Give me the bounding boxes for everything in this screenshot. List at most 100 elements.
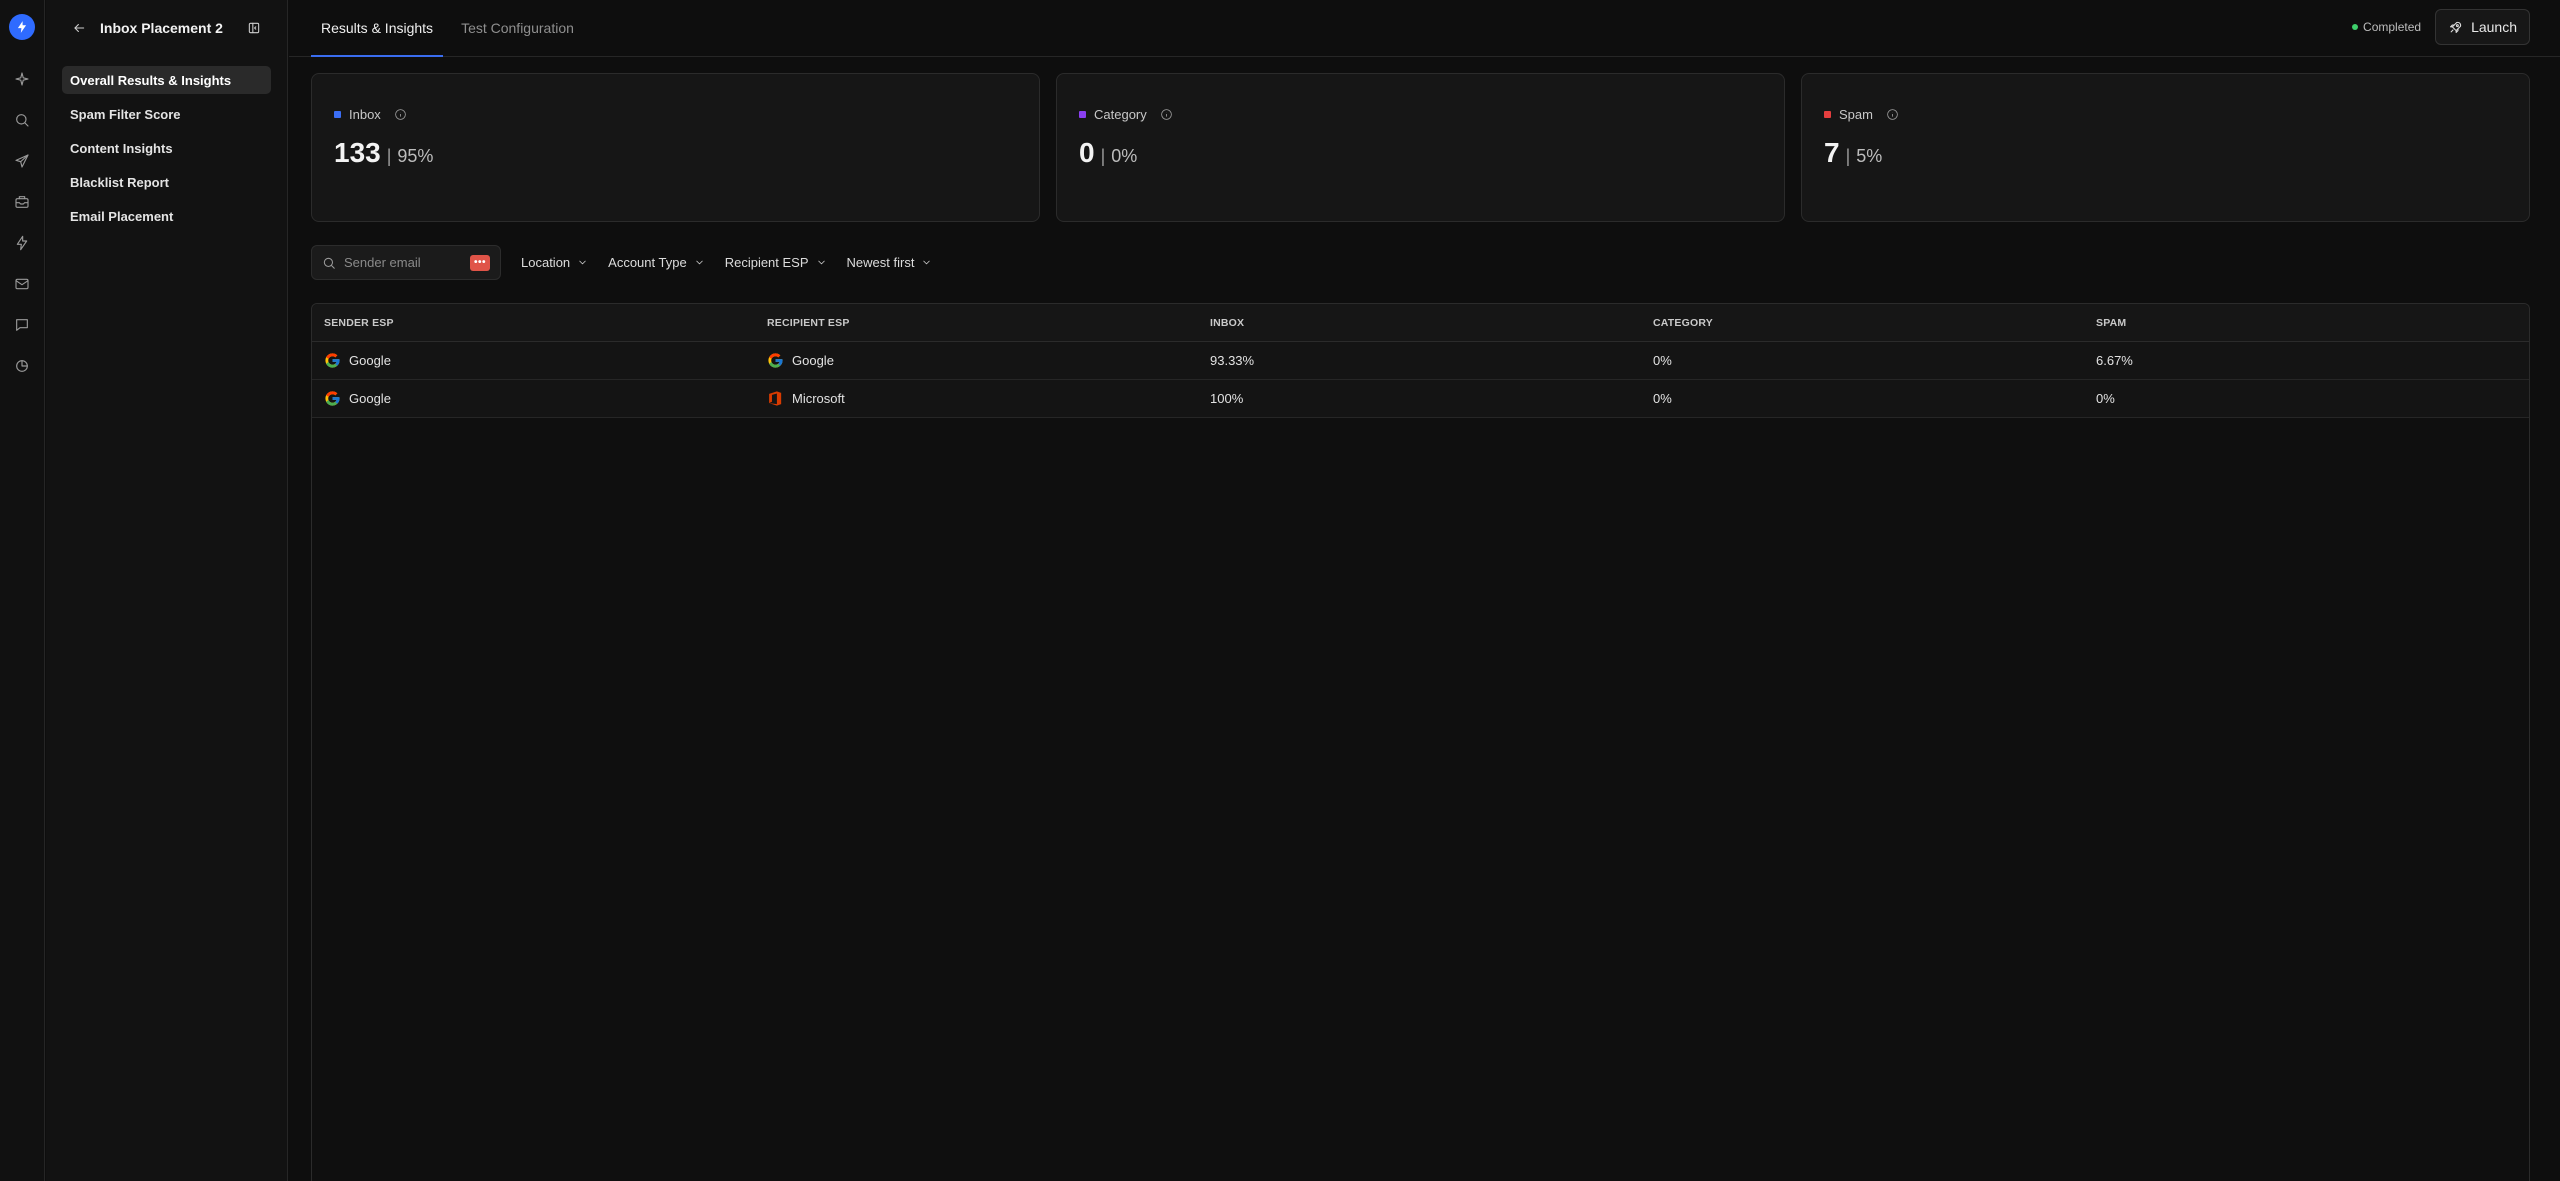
sender-esp-cell: Google bbox=[312, 390, 755, 407]
sort-dropdown[interactable]: Newest first bbox=[847, 255, 933, 270]
search-icon[interactable] bbox=[11, 109, 33, 131]
column-header-category[interactable]: CATEGORY bbox=[1641, 317, 2084, 329]
account-type-dropdown-label: Account Type bbox=[608, 255, 687, 270]
microsoft-office-icon bbox=[769, 391, 782, 406]
recipient-esp-dropdown-label: Recipient ESP bbox=[724, 255, 809, 270]
info-icon[interactable] bbox=[394, 108, 407, 121]
lightning-icon[interactable] bbox=[11, 232, 33, 254]
top-bar: Results & Insights Test Configuration Co… bbox=[289, 0, 2560, 57]
location-dropdown-label: Location bbox=[521, 255, 571, 270]
status-badge: Completed bbox=[2352, 20, 2421, 34]
launch-button[interactable]: Launch bbox=[2435, 9, 2530, 45]
inbox-cell: 100% bbox=[1210, 391, 1244, 406]
spam-cell: 6.67% bbox=[2096, 353, 2133, 368]
sidebar-item-overall-results[interactable]: Overall Results & Insights bbox=[62, 66, 271, 94]
stat-cards: Inbox 133 | 95% Category 0 | 0% Spam 7 |… bbox=[311, 73, 2530, 222]
inbox-percent: 95% bbox=[397, 146, 434, 166]
sender-esp-name: Google bbox=[349, 391, 391, 406]
recipient-esp-name: Microsoft bbox=[792, 391, 845, 406]
analytics-icon[interactable] bbox=[11, 355, 33, 377]
inbox-color-swatch bbox=[334, 110, 341, 118]
value-separator: | bbox=[386, 146, 392, 166]
table-row[interactable]: Google Google 93.33% 0% 6.67% bbox=[312, 342, 2529, 380]
filter-bar: ••• Location Account Type Recipient ESP … bbox=[311, 245, 932, 280]
category-cell: 0% bbox=[1653, 353, 1672, 368]
account-type-dropdown[interactable]: Account Type bbox=[608, 255, 705, 270]
send-icon[interactable] bbox=[11, 150, 33, 172]
category-card: Category 0 | 0% bbox=[1056, 73, 1785, 222]
main-content: Results & Insights Test Configuration Co… bbox=[289, 0, 2560, 1181]
google-icon bbox=[325, 353, 340, 368]
table-header: SENDER ESP RECIPIENT ESP INBOX CATEGORY … bbox=[312, 304, 2529, 342]
sidebar-item-blacklist-report[interactable]: Blacklist Report bbox=[62, 168, 271, 196]
sort-dropdown-label: Newest first bbox=[846, 255, 915, 270]
info-icon[interactable] bbox=[1160, 108, 1173, 121]
spam-cell: 0% bbox=[2096, 391, 2115, 406]
chat-icon[interactable] bbox=[11, 314, 33, 336]
value-separator: | bbox=[1100, 146, 1106, 166]
status-text: Completed bbox=[2363, 20, 2422, 34]
bolt-logo[interactable] bbox=[9, 14, 35, 40]
spam-card-value: 7 | 5% bbox=[1824, 137, 2529, 169]
sidebar-collapse-icon[interactable] bbox=[245, 19, 263, 37]
category-card-label-row: Category bbox=[1079, 105, 1784, 123]
chevron-down-icon bbox=[696, 260, 703, 265]
tab-results-insights[interactable]: Results & Insights bbox=[311, 0, 444, 57]
inbox-card: Inbox 133 | 95% bbox=[311, 73, 1040, 222]
inbox-card-value: 133 | 95% bbox=[334, 137, 1039, 169]
search-box: ••• bbox=[311, 245, 501, 280]
rocket-icon bbox=[2450, 21, 2462, 33]
recipient-esp-cell: Google bbox=[755, 352, 1198, 369]
category-cell: 0% bbox=[1653, 391, 1672, 406]
sender-esp-cell: Google bbox=[312, 352, 755, 369]
value-separator: | bbox=[1845, 146, 1851, 166]
google-icon bbox=[768, 353, 783, 368]
column-header-inbox[interactable]: INBOX bbox=[1198, 317, 1641, 329]
inbox-tray-icon[interactable] bbox=[11, 191, 33, 213]
column-header-spam[interactable]: SPAM bbox=[2084, 317, 2529, 329]
app-root: Inbox Placement 2 Overall Results & Insi… bbox=[0, 0, 2560, 1181]
chevron-down-icon bbox=[579, 260, 586, 265]
google-icon bbox=[325, 391, 340, 406]
category-color-swatch bbox=[1079, 110, 1086, 118]
spam-percent: 5% bbox=[1856, 146, 1883, 166]
sidebar-item-content-insights[interactable]: Content Insights bbox=[62, 134, 271, 162]
recipient-esp-name: Google bbox=[792, 353, 834, 368]
sender-esp-name: Google bbox=[349, 353, 391, 368]
sidebar-title: Inbox Placement 2 bbox=[100, 20, 223, 36]
category-card-label: Category bbox=[1094, 106, 1147, 122]
mail-icon[interactable] bbox=[11, 273, 33, 295]
sidebar: Inbox Placement 2 Overall Results & Insi… bbox=[46, 0, 288, 1181]
sender-email-search-input[interactable] bbox=[344, 255, 454, 270]
sidebar-header: Inbox Placement 2 bbox=[46, 0, 287, 56]
column-header-sender-esp[interactable]: SENDER ESP bbox=[312, 317, 755, 329]
category-card-value: 0 | 0% bbox=[1079, 137, 1784, 169]
spam-count: 7 bbox=[1824, 137, 1840, 168]
sidebar-item-spam-filter-score[interactable]: Spam Filter Score bbox=[62, 100, 271, 128]
inbox-cell: 93.33% bbox=[1210, 353, 1255, 368]
location-dropdown[interactable]: Location bbox=[521, 255, 588, 270]
recipient-esp-cell: Microsoft bbox=[755, 390, 1198, 407]
category-percent: 0% bbox=[1111, 146, 1138, 166]
column-header-recipient-esp[interactable]: RECIPIENT ESP bbox=[755, 317, 1198, 329]
spam-card: Spam 7 | 5% bbox=[1801, 73, 2530, 222]
chevron-down-icon bbox=[923, 260, 931, 265]
sparkle-icon[interactable] bbox=[11, 68, 33, 90]
info-icon[interactable] bbox=[1886, 108, 1899, 121]
category-count: 0 bbox=[1079, 137, 1095, 168]
chevron-down-icon bbox=[817, 260, 825, 265]
inbox-card-label: Inbox bbox=[349, 106, 381, 122]
search-icon bbox=[323, 257, 335, 269]
table-row[interactable]: Google Microsoft 100% 0% 0% bbox=[312, 380, 2529, 418]
tab-test-configuration[interactable]: Test Configuration bbox=[451, 0, 584, 56]
icon-rail bbox=[0, 0, 45, 1181]
more-options-badge[interactable]: ••• bbox=[470, 254, 490, 271]
recipient-esp-dropdown[interactable]: Recipient ESP bbox=[725, 255, 827, 270]
top-bar-actions: Completed Launch bbox=[2352, 9, 2530, 45]
spam-card-label: Spam bbox=[1839, 106, 1873, 122]
back-arrow-icon[interactable] bbox=[70, 19, 88, 37]
inbox-count: 133 bbox=[334, 137, 381, 168]
results-table: SENDER ESP RECIPIENT ESP INBOX CATEGORY … bbox=[311, 303, 2530, 1181]
sidebar-item-email-placement[interactable]: Email Placement bbox=[62, 202, 271, 230]
status-dot bbox=[2352, 24, 2359, 30]
